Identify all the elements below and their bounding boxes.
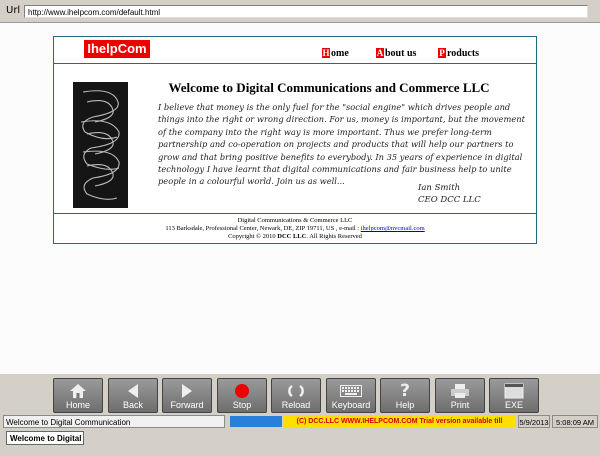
header-divider: [54, 63, 536, 64]
footer-company: Digital Communications & Commerce LLC: [237, 217, 353, 224]
footer-address: 113 Barksdale, Professional Center, Newa…: [165, 225, 425, 232]
print-button[interactable]: Print: [435, 378, 485, 413]
footer-email-link[interactable]: ihelpcom@nvcmail.com: [361, 225, 425, 232]
exe-button[interactable]: EXE: [489, 378, 539, 413]
home-icon: [54, 382, 102, 400]
status-text: Welcome to Digital Communication: [3, 415, 225, 428]
trial-notice: (C) DCC.LLC WWW.IHELPCOM.COM Trial versi…: [283, 415, 516, 438]
signature-name: Ian Smith: [418, 183, 461, 193]
question-mark-icon: ?: [400, 381, 410, 401]
status-date: 5/9/2013: [518, 415, 550, 428]
reload-icon: [272, 382, 320, 400]
loading-progress-bar: [230, 416, 282, 427]
printer-icon: [436, 382, 484, 400]
stop-icon: [218, 382, 266, 400]
address-bar: Url http://www.ihelpcom.com/default.html: [0, 0, 600, 22]
spiral-photo: [73, 82, 128, 208]
nav-home-link[interactable]: Home: [322, 48, 349, 59]
signature-title: CEO DCC LLC: [418, 195, 481, 205]
stop-button[interactable]: Stop: [217, 378, 267, 413]
help-button[interactable]: ? Help: [380, 378, 430, 413]
taskbar: Welcome to Digital C: [0, 430, 600, 456]
status-time: 5:08:09 AM: [552, 415, 598, 428]
back-button[interactable]: Back: [108, 378, 158, 413]
site-logo[interactable]: IhelpCom: [84, 40, 150, 58]
footer-copyright: Copyright © 2010 DCC LLC. All Rights Res…: [228, 233, 362, 240]
footer-divider: [54, 213, 536, 214]
keyboard-button[interactable]: Keyboard: [326, 378, 376, 413]
window-icon: [490, 382, 538, 400]
url-label: Url: [6, 5, 21, 16]
page-heading: Welcome to Digital Communications and Co…: [168, 80, 490, 95]
kiosk-toolbar: Home Back Forward Stop Reload Keyboard ?…: [0, 374, 600, 414]
taskbar-window-button[interactable]: Welcome to Digital C: [6, 431, 84, 445]
forward-arrow-icon: [163, 382, 211, 400]
home-button[interactable]: Home: [53, 378, 103, 413]
url-input[interactable]: http://www.ihelpcom.com/default.html: [24, 5, 588, 18]
web-page: IhelpCom Home About us Products Welcome …: [53, 36, 537, 244]
nav-products-link[interactable]: Products: [438, 48, 479, 59]
keyboard-icon: [327, 382, 375, 400]
status-bar: Welcome to Digital Communication (C) DCC…: [0, 414, 600, 438]
back-arrow-icon: [109, 382, 157, 400]
forward-button[interactable]: Forward: [162, 378, 212, 413]
intro-paragraph: I believe that money is the only fuel fo…: [158, 102, 525, 187]
reload-button[interactable]: Reload: [271, 378, 321, 413]
browser-viewport: IhelpCom Home About us Products Welcome …: [0, 22, 600, 375]
nav-about-link[interactable]: About us: [376, 48, 416, 59]
